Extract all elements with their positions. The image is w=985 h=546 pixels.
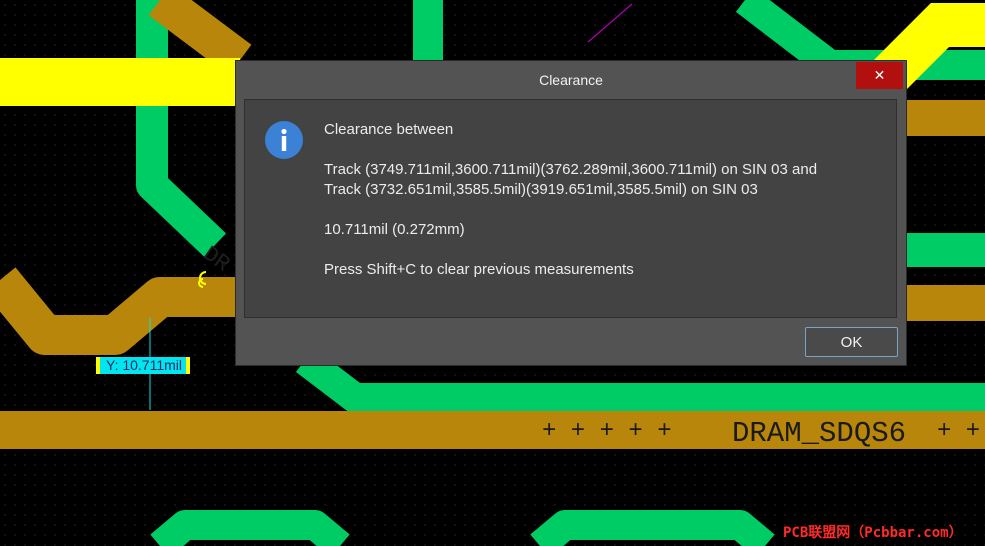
via-markers-left: + + + + +: [542, 418, 672, 445]
green-track-bottom-a: [150, 510, 350, 546]
green-track-bottom-b: [530, 510, 775, 546]
clearance-dialog: Clearance ✕ Clearance between Track (374…: [235, 60, 907, 366]
message-track-2: Track (3732.651mil,3585.5mil)(3919.651mi…: [324, 181, 758, 198]
gold-track-top-diag: [148, 0, 252, 76]
gold-track-left: [0, 267, 240, 355]
ok-button[interactable]: OK: [805, 327, 898, 357]
net-label: DRAM_SDQS6: [732, 417, 907, 450]
dialog-titlebar[interactable]: Clearance ✕: [236, 61, 906, 98]
info-icon: [265, 121, 303, 159]
measure-label: Y: 10.711mil: [96, 357, 191, 374]
message-distance: 10.711mil (0.272mm): [324, 221, 465, 238]
message-heading: Clearance between: [324, 121, 454, 138]
close-button[interactable]: ✕: [856, 62, 903, 89]
watermark: PCB联盟网（Pcbbar.com）: [783, 525, 963, 541]
dialog-body: Clearance between Track (3749.711mil,360…: [244, 99, 897, 318]
message-track-1: Track (3749.711mil,3600.711mil)(3762.289…: [324, 161, 818, 178]
magenta-wire: [587, 3, 633, 43]
via-markers-right: + +: [937, 418, 981, 445]
dialog-title: Clearance: [539, 71, 603, 88]
message-hint: Press Shift+C to clear previous measurem…: [324, 261, 634, 278]
